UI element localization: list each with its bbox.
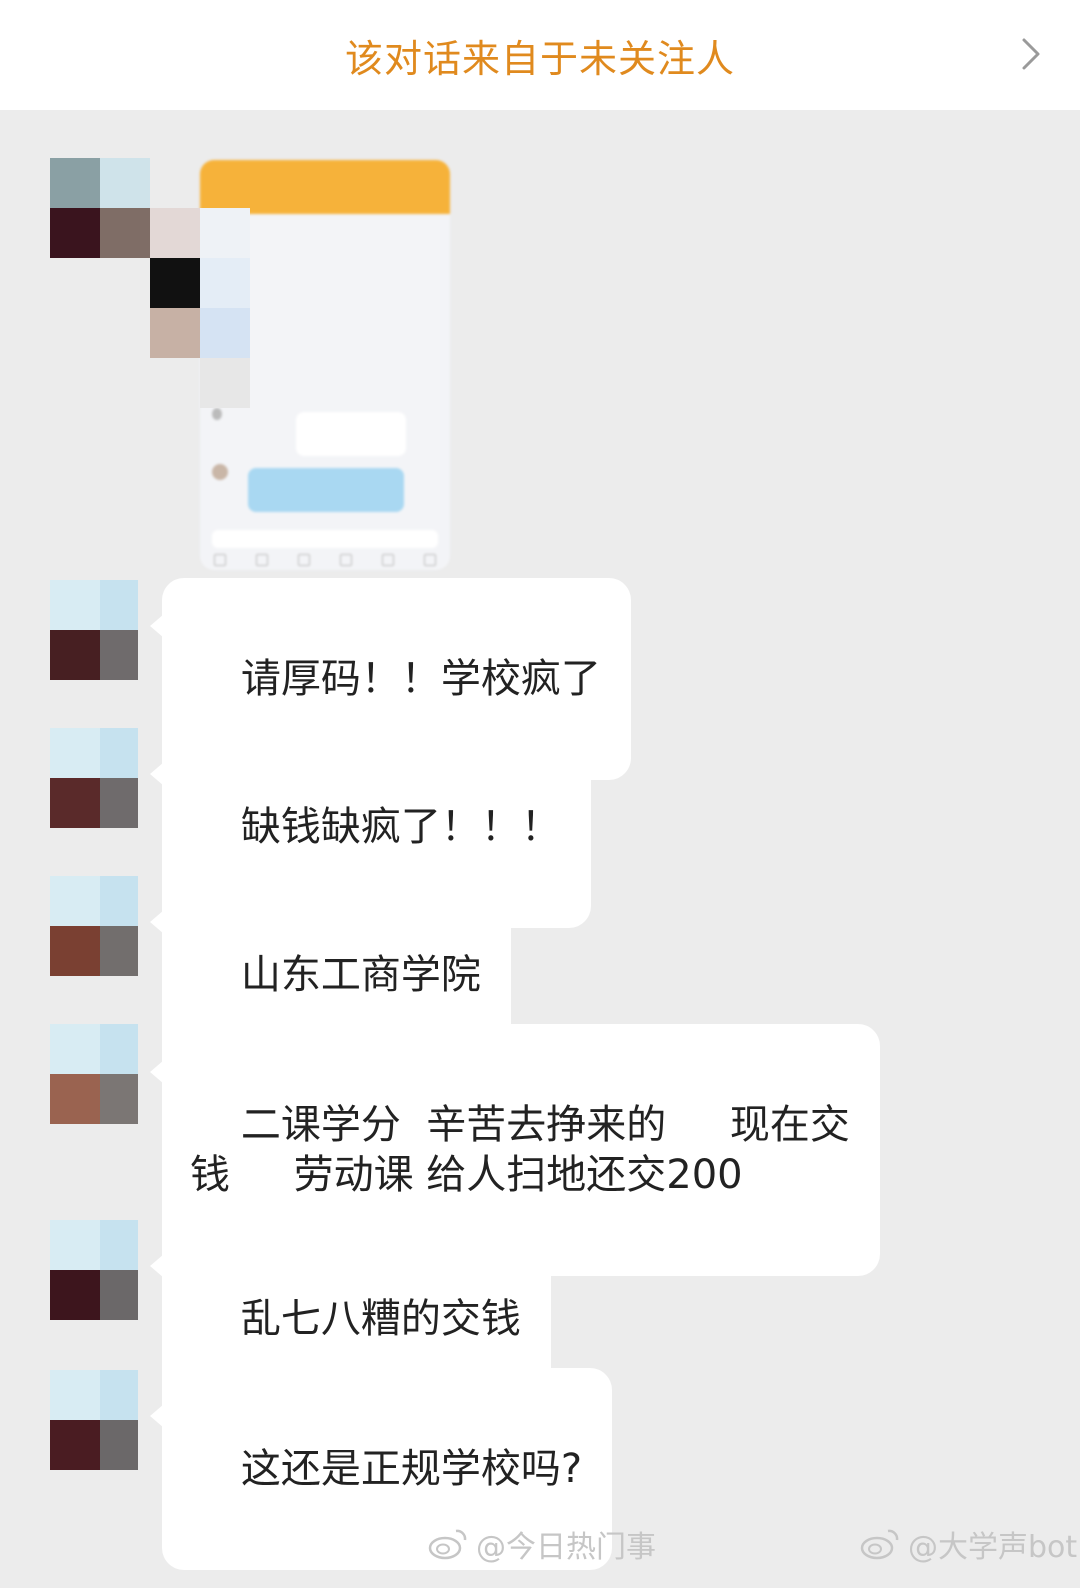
avatar[interactable] — [50, 1024, 138, 1124]
mosaic-block — [150, 208, 200, 258]
chevron-right-icon[interactable] — [1020, 36, 1042, 72]
watermark: @大学声bot — [860, 1522, 1077, 1566]
conversation-header[interactable]: 该对话来自于未关注人 — [0, 0, 1080, 110]
avatar[interactable] — [50, 876, 138, 976]
mosaic-block — [100, 208, 150, 258]
stranger-notice-title: 该对话来自于未关注人 — [344, 36, 735, 81]
mosaic-block — [200, 208, 250, 258]
mosaic-block — [50, 158, 100, 208]
weibo-icon — [860, 1529, 899, 1560]
avatar[interactable] — [50, 1370, 138, 1470]
watermark-text: @大学声bot — [908, 1530, 1078, 1565]
avatar[interactable] — [50, 1220, 138, 1320]
thumbnail-header — [200, 160, 450, 214]
message-text: 请厚码！！学校疯了 — [240, 656, 601, 702]
message-text: 二课学分 辛苦去挣来的 现在交 钱 劳动课 给人扫地还交200 — [190, 1102, 850, 1198]
thumbnail-input — [212, 530, 438, 548]
message-text: 缺钱缺疯了！！！ — [240, 804, 561, 850]
mosaic-block — [200, 308, 250, 358]
watermark: @今日热门事 — [428, 1522, 656, 1566]
thumbnail-toolbar — [214, 554, 436, 566]
mosaic-block — [200, 358, 250, 408]
weibo-icon — [428, 1529, 467, 1560]
avatar[interactable] — [50, 728, 138, 828]
mosaic-block — [200, 258, 250, 308]
watermark-text: @今日热门事 — [476, 1530, 656, 1565]
mosaic-block — [50, 208, 100, 258]
avatar — [212, 408, 222, 420]
mosaic-block — [150, 308, 200, 358]
avatar[interactable] — [50, 580, 138, 680]
message-text: 这还是正规学校吗? — [240, 1446, 583, 1492]
message-text: 山东工商学院 — [240, 952, 481, 998]
thumbnail-bubble — [248, 468, 404, 512]
message-list[interactable]: 请厚码！！学校疯了 缺钱缺疯了！！！ 山东工商学院 二课学分 辛苦去挣来的 现在… — [0, 110, 1080, 1570]
avatar — [212, 464, 228, 480]
mosaic-block — [100, 158, 150, 208]
mosaic-block — [150, 258, 200, 308]
image-message[interactable] — [50, 130, 450, 570]
thumbnail-bubble — [296, 412, 406, 456]
message-text: 乱七八糟的交钱 — [240, 1296, 521, 1342]
